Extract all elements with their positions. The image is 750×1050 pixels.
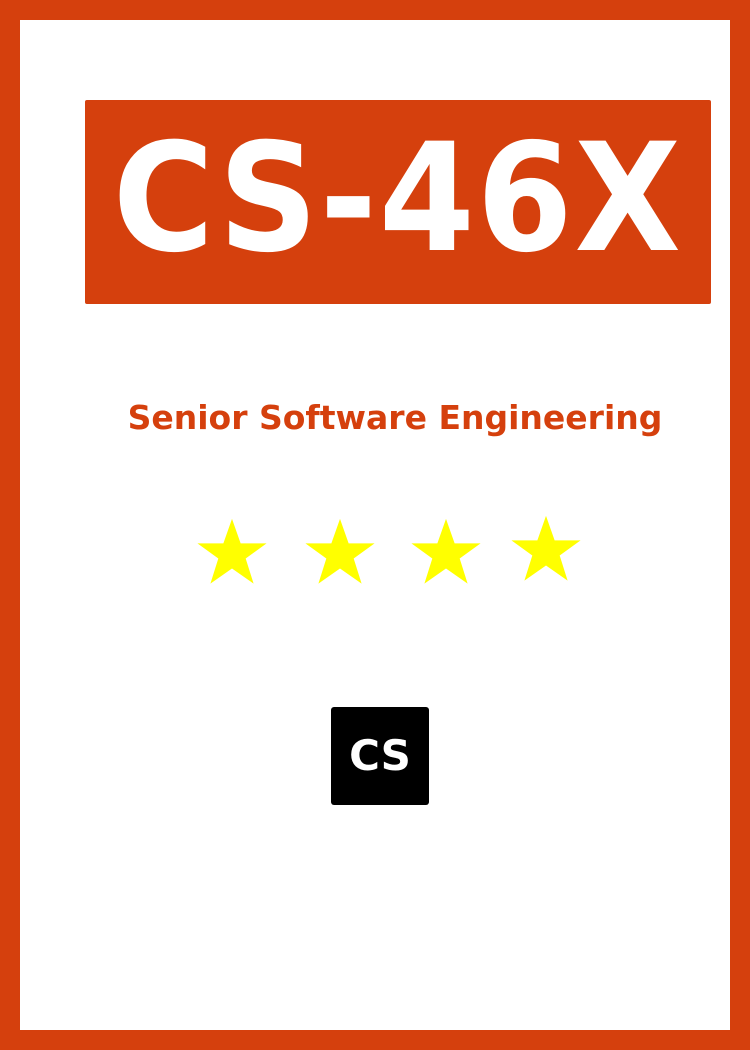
course-card: CS-46X Senior Software Engineering — [0, 0, 750, 1050]
cs-logo-badge: CS — [331, 707, 429, 805]
badge-label: CS — [349, 731, 411, 780]
course-title: Senior Software Engineering — [127, 398, 663, 437]
course-code-banner: CS-46X — [85, 100, 711, 304]
course-code: CS-46X — [113, 112, 683, 286]
